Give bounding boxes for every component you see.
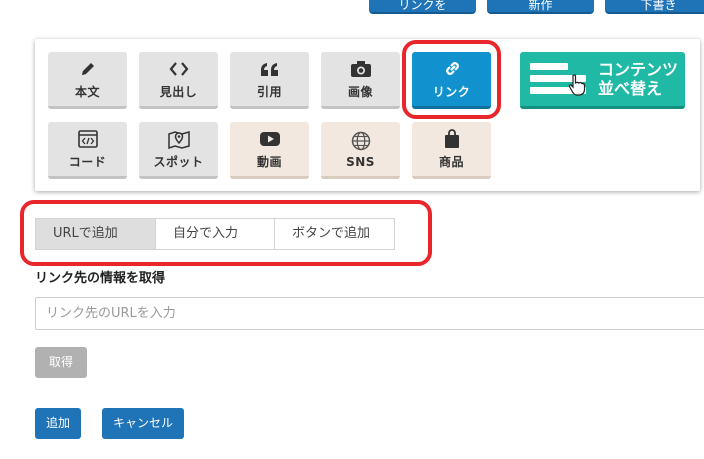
angle-brackets-icon [168, 58, 190, 80]
tile-label: コード [68, 155, 107, 169]
link-url-input[interactable] [35, 297, 704, 330]
tab-manual-input[interactable]: 自分で入力 [156, 219, 275, 249]
tile-label: 画像 [347, 85, 373, 99]
quote-icon [259, 58, 281, 80]
tile-label: 商品 [438, 155, 464, 169]
pencil-icon [77, 58, 99, 80]
link-mode-tabs: URLで追加 自分で入力 ボタンで追加 [35, 218, 395, 250]
tile-sns[interactable]: SNS [321, 122, 400, 179]
tile-label: 本文 [74, 85, 100, 99]
tab-url-add[interactable]: URLで追加 [36, 219, 156, 249]
tile-label: 見出し [159, 85, 198, 99]
shopping-bag-icon [441, 128, 463, 150]
cancel-button[interactable]: キャンセル [102, 408, 184, 439]
fetch-button[interactable]: 取得 [35, 347, 87, 378]
tile-product[interactable]: 商品 [412, 122, 491, 179]
tile-image[interactable]: 画像 [321, 52, 400, 109]
tile-spot[interactable]: スポット [139, 122, 218, 179]
tile-code[interactable]: コード [48, 122, 127, 179]
tile-quote[interactable]: 引用 [230, 52, 309, 109]
sort-button-text: コンテンツ 並べ替え [598, 60, 678, 98]
tile-label: SNS [346, 154, 375, 169]
tile-heading[interactable]: 見出し [139, 52, 218, 109]
link-icon [441, 58, 463, 80]
top-button-2[interactable]: 新作 [487, 0, 594, 14]
add-button[interactable]: 追加 [35, 408, 81, 439]
tile-label: 動画 [256, 155, 282, 169]
tile-body-text[interactable]: 本文 [48, 52, 127, 109]
camera-icon [350, 58, 372, 80]
tile-label: リンク [432, 85, 471, 99]
play-icon [259, 128, 281, 150]
sort-line-1: コンテンツ [598, 60, 679, 79]
tile-label: 引用 [256, 85, 282, 99]
top-button-1[interactable]: リンクを [369, 0, 476, 14]
contents-sort-button[interactable]: コンテンツ 並べ替え [520, 52, 685, 109]
tile-label: スポット [153, 155, 204, 169]
tile-video[interactable]: 動画 [230, 122, 309, 179]
link-info-heading: リンク先の情報を取得 [35, 271, 166, 286]
code-window-icon [77, 128, 99, 150]
tab-button-add[interactable]: ボタンで追加 [275, 219, 394, 249]
sort-line-2: 並べ替え [598, 79, 663, 98]
page: リンクを 新作 下書き 本文 見出し 引用 画像 リンク コンテンツ 並べ替え … [0, 0, 704, 459]
top-button-3[interactable]: 下書き [605, 0, 704, 14]
globe-icon [350, 130, 372, 152]
map-pin-icon [167, 128, 190, 150]
tile-link[interactable]: リンク [412, 52, 491, 109]
hand-pointer-icon [568, 74, 586, 96]
insert-panel: 本文 見出し 引用 画像 リンク コンテンツ 並べ替え コード スポット 動画 … [35, 39, 700, 191]
